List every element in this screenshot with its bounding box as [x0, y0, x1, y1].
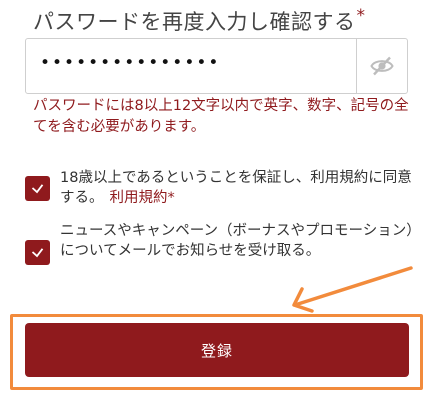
check-icon — [31, 248, 44, 258]
newsletter-checkbox[interactable] — [25, 240, 50, 265]
check-icon — [31, 184, 44, 194]
newsletter-label: ニュースやキャンペーン（ボーナスやプロモーション）についてメールでお知らせを受け… — [60, 223, 414, 259]
age-terms-label: 18歳以上であるということを保証し、利用規約に同意する。 利用規約* — [60, 170, 412, 206]
eye-slash-icon — [370, 56, 394, 76]
confirm-password-field[interactable] — [25, 38, 408, 94]
password-visibility-toggle[interactable] — [356, 39, 407, 93]
terms-link[interactable]: 利用規約* — [110, 190, 175, 206]
confirm-password-label: パスワードを再度入力し確認する* — [33, 6, 366, 34]
password-hint: パスワードには8以上12文字以内で英字、数字、記号の全てを含む必要があります。 — [33, 98, 409, 135]
required-mark: * — [356, 6, 366, 26]
confirm-password-input[interactable] — [40, 53, 350, 73]
age-terms-checkbox[interactable] — [25, 176, 50, 201]
register-button[interactable]: 登録 — [25, 323, 409, 377]
